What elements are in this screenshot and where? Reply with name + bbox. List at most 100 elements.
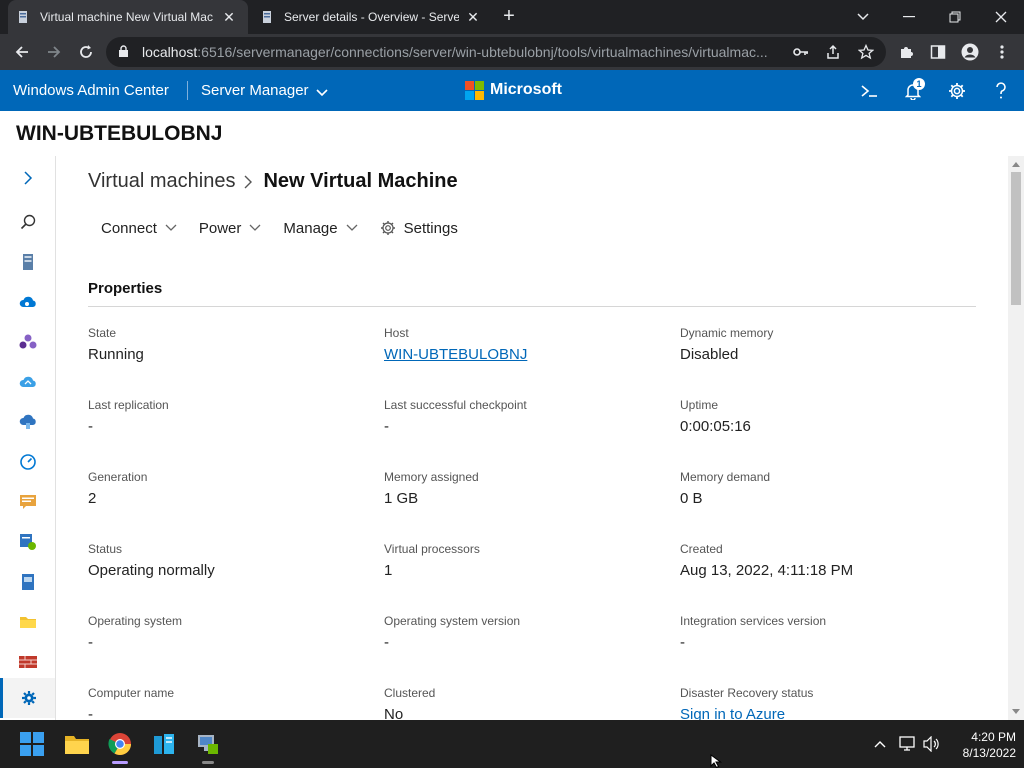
- property-value: No: [384, 706, 404, 720]
- settings-label: Settings: [403, 219, 458, 237]
- settings-button[interactable]: Settings: [380, 220, 458, 237]
- property-operating-system: Operating system -: [88, 614, 378, 651]
- property-value: -: [680, 634, 685, 651]
- property-label: Uptime: [680, 398, 719, 412]
- start-windows-icon[interactable]: [16, 728, 48, 760]
- property-value: 2: [88, 490, 97, 507]
- property-label: Operating system version: [384, 614, 521, 628]
- chevron-down-icon: [165, 224, 177, 232]
- volume-speaker-icon[interactable]: [922, 734, 942, 754]
- expand-tools-chevron-icon[interactable]: [0, 158, 55, 198]
- windows-admin-center-taskbar-icon[interactable]: [192, 728, 224, 764]
- url-path: :6516/servermanager/connections/server/w…: [197, 44, 768, 60]
- property-value: 1: [384, 562, 393, 579]
- url-host: localhost: [142, 44, 198, 60]
- events-icon[interactable]: [0, 482, 55, 522]
- manage-menu-button[interactable]: Manage: [283, 220, 358, 237]
- devices-icon[interactable]: [0, 562, 55, 602]
- property-label: Created: [680, 542, 723, 556]
- browser-tab-virtual-machine[interactable]: Virtual machine New Virtual Mac ✕: [8, 0, 248, 34]
- property-status: Status Operating normally: [88, 542, 378, 579]
- share-icon[interactable]: [821, 40, 845, 64]
- wac-header-bar: Windows Admin Center Server Manager Micr…: [0, 70, 1024, 111]
- server-manager-taskbar-icon[interactable]: [148, 728, 180, 760]
- tab-title: Virtual machine New Virtual Mac: [40, 10, 213, 24]
- host-link[interactable]: WIN-UBTEBULOBNJ: [384, 346, 674, 363]
- files-folder-icon[interactable]: [0, 602, 55, 642]
- certificates-icon[interactable]: [0, 522, 55, 562]
- property-host: Host WIN-UBTEBULOBNJ: [384, 326, 674, 363]
- restore-button[interactable]: [932, 0, 978, 34]
- browser-tab-strip: Virtual machine New Virtual Mac ✕ Server…: [0, 0, 1024, 34]
- property-value: -: [88, 634, 93, 651]
- firewall-icon[interactable]: [0, 642, 55, 682]
- minimize-button[interactable]: [886, 0, 932, 34]
- connect-label: Connect: [101, 219, 157, 237]
- property-label: Memory assigned: [384, 470, 479, 484]
- property-value: -: [88, 418, 93, 435]
- azure-backup-cloud-icon[interactable]: [0, 282, 55, 322]
- sign-in-to-azure-link[interactable]: Sign in to Azure: [680, 706, 970, 720]
- mouse-cursor-icon: [710, 754, 723, 768]
- property-memory-demand: Memory demand 0 B: [680, 470, 970, 507]
- property-label: Virtual processors: [384, 542, 480, 556]
- wac-brand-link[interactable]: Windows Admin Center: [13, 82, 169, 99]
- scroll-down-arrow-icon[interactable]: [1010, 706, 1022, 716]
- property-value: Running: [88, 346, 144, 363]
- connect-menu-button[interactable]: Connect: [101, 220, 177, 237]
- property-integration-services-version: Integration services version -: [680, 614, 970, 651]
- azure-hybrid-services-icon[interactable]: [0, 402, 55, 442]
- taskbar-clock[interactable]: 4:20 PM 8/13/2022: [946, 729, 1016, 761]
- browser-tab-server-details[interactable]: Server details - Overview - Server ✕: [252, 0, 490, 34]
- command-bar: Connect Power Manage Settings: [101, 218, 480, 238]
- scroll-up-arrow-icon[interactable]: [1010, 159, 1022, 169]
- network-icon[interactable]: [898, 734, 918, 754]
- property-label: Dynamic memory: [680, 326, 774, 340]
- profile-avatar-icon[interactable]: [958, 40, 982, 64]
- close-tab-icon[interactable]: ✕: [465, 9, 481, 25]
- property-label: Host: [384, 326, 409, 340]
- property-state: State Running: [88, 326, 378, 363]
- browser-menu-icon[interactable]: [990, 40, 1014, 64]
- property-value: -: [384, 418, 389, 435]
- new-tab-button[interactable]: +: [498, 5, 520, 27]
- server-manager-favicon-icon: [16, 10, 30, 24]
- power-menu-button[interactable]: Power: [199, 220, 262, 237]
- azure-arc-icon[interactable]: [0, 322, 55, 362]
- tab-search-chevron-icon[interactable]: [840, 0, 886, 34]
- property-value: 0 B: [680, 490, 703, 507]
- property-value: Aug 13, 2022, 4:11:18 PM: [680, 562, 854, 579]
- scrollbar-thumb[interactable]: [1011, 172, 1021, 305]
- close-window-button[interactable]: [978, 0, 1024, 34]
- chrome-icon[interactable]: [104, 728, 136, 764]
- reload-icon[interactable]: [74, 40, 98, 64]
- app-switcher[interactable]: Server Manager: [201, 82, 309, 99]
- file-explorer-icon[interactable]: [61, 728, 93, 760]
- address-bar[interactable]: localhost:6516/servermanager/connections…: [106, 37, 886, 67]
- overview-server-icon[interactable]: [0, 242, 55, 282]
- search-tools-icon[interactable]: [0, 202, 55, 242]
- property-disaster-recovery-status: Disaster Recovery status Sign in to Azur…: [680, 686, 970, 720]
- close-tab-icon[interactable]: ✕: [221, 9, 237, 25]
- help-question-icon[interactable]: [989, 79, 1013, 103]
- show-hidden-icons-chevron-icon[interactable]: [870, 734, 890, 754]
- property-value: -: [384, 634, 389, 651]
- extensions-puzzle-icon[interactable]: [894, 40, 918, 64]
- chevron-down-icon: [346, 224, 358, 232]
- key-icon[interactable]: [789, 40, 813, 64]
- property-dynamic-memory: Dynamic memory Disabled: [680, 326, 970, 363]
- side-panel-icon[interactable]: [926, 40, 950, 64]
- settings-tool-icon[interactable]: [0, 678, 55, 718]
- property-operating-system-version: Operating system version -: [384, 614, 674, 651]
- azure-file-sync-icon[interactable]: [0, 362, 55, 402]
- property-uptime: Uptime 0:00:05:16: [680, 398, 970, 435]
- bookmark-star-icon[interactable]: [854, 40, 878, 64]
- lock-icon[interactable]: [118, 45, 129, 63]
- back-arrow-icon[interactable]: [10, 40, 34, 64]
- forward-arrow-icon[interactable]: [42, 40, 66, 64]
- azure-monitor-gauge-icon[interactable]: [0, 442, 55, 482]
- chevron-down-icon[interactable]: [316, 84, 328, 102]
- settings-gear-icon[interactable]: [945, 79, 969, 103]
- powershell-prompt-icon[interactable]: [857, 79, 881, 103]
- breadcrumb-virtual-machines-link[interactable]: Virtual machines: [88, 170, 235, 193]
